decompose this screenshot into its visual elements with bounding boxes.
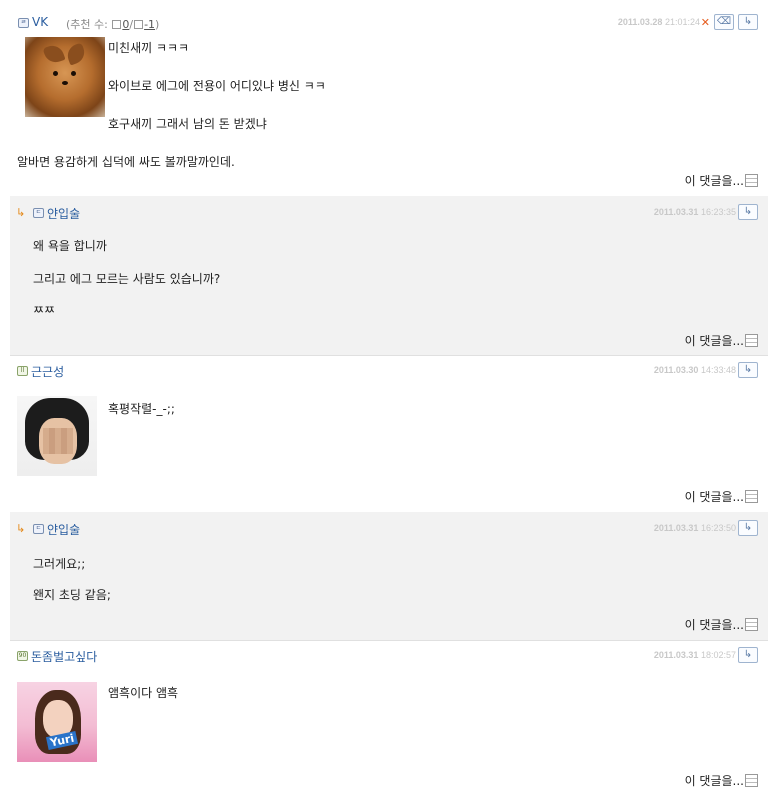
reply-icon[interactable]: ↳: [738, 647, 758, 663]
comment-date: 2011.03.28 21:01:24: [618, 17, 700, 27]
comment-more-link[interactable]: 이 댓글을...: [685, 172, 758, 189]
reply-arrow-icon: ↳: [16, 206, 26, 219]
comment-header: 90 돈좀벌고싶다 2011.03.31 18:02:57 ↳: [10, 647, 768, 665]
recommend-count: (추천 수: 0/-1): [66, 16, 159, 32]
memo-icon[interactable]: [745, 618, 758, 631]
date-text: 2011.03.30: [653, 365, 699, 375]
recommend-separator: /: [129, 18, 134, 31]
author-name[interactable]: VK: [32, 15, 48, 29]
time-text: 21:01:24: [664, 17, 700, 27]
author-name[interactable]: 돈좀벌고싶다: [31, 648, 97, 665]
comment-text-line: 혹평작렬-_-;;: [108, 402, 175, 416]
author-name[interactable]: 근근성: [31, 363, 64, 380]
comment-date: 2011.03.31 16:23:50: [654, 523, 736, 533]
recommend-close: ): [155, 18, 160, 31]
recommend-label: (추천 수:: [66, 18, 108, 31]
time-text: 14:33:48: [700, 365, 736, 375]
level-badge-icon: ㄹ: [18, 18, 29, 28]
reply-icon[interactable]: ↳: [738, 362, 758, 378]
comment-header: ll 근근성 2011.03.30 14:33:48 ↳: [10, 362, 768, 380]
comment-text-line: 왠지 초딩 같음;: [33, 588, 111, 602]
more-label[interactable]: 이 댓글을...: [685, 774, 744, 788]
comment-text-line: 미친새끼 ㅋㅋㅋ: [108, 41, 190, 55]
comment-text-line: 그리고 에그 모르는 사람도 있습니까?: [33, 272, 221, 286]
comment-item: 90 돈좀벌고싶다 2011.03.31 18:02:57 ↳ Yuri 앰흑이…: [10, 647, 768, 790]
comment-item: ll 근근성 2011.03.30 14:33:48 ↳ 혹평작렬-_-;; 이…: [10, 362, 768, 510]
comment-more-link[interactable]: 이 댓글을...: [685, 488, 758, 505]
comment-text-line: 와이브로 에그에 전용이 어디있냐 병신 ㅋㅋ: [108, 79, 326, 93]
comment-date: 2011.03.31 18:02:57: [654, 650, 736, 660]
reply-comment: ↳ ㄷ 얀입술 2011.03.31 16:23:50 ↳ 그러게요;; 왠지 …: [10, 512, 768, 641]
reply-comment: ↳ ㄷ 얀입술 2011.03.31 16:23:35 ↳ 왜 욕을 합니까 그…: [10, 196, 768, 356]
comment-text-line: 호구새끼 그래서 남의 돈 받겠냐: [108, 117, 267, 131]
reply-icon[interactable]: ↳: [738, 204, 758, 220]
upvote-icon[interactable]: [112, 20, 122, 29]
comment-text-line: 앰흑이다 앰흑: [108, 686, 179, 700]
more-label[interactable]: 이 댓글을...: [685, 334, 744, 348]
time-text: 18:02:57: [700, 650, 736, 660]
level-badge-icon: 90: [17, 651, 28, 661]
author-name[interactable]: 얀입술: [47, 205, 80, 222]
comment-more-link[interactable]: 이 댓글을...: [685, 772, 758, 789]
eraser-icon[interactable]: ⌫: [714, 14, 734, 30]
more-label[interactable]: 이 댓글을...: [685, 174, 744, 188]
author-name[interactable]: 얀입술: [47, 521, 80, 538]
comment-header: ㄹ VK (추천 수: 0/-1) 2011.03.28 21:01:24 ✕ …: [10, 14, 768, 32]
date-text: 2011.03.31: [653, 650, 699, 660]
delete-icon[interactable]: ✕: [701, 16, 710, 29]
comment-text-line: 알바면 용감하게 십덕에 싸도 볼까말까인데.: [17, 155, 235, 169]
date-text: 2011.03.28: [617, 17, 663, 27]
comment-text-line: 왜 욕을 합니까: [33, 239, 107, 253]
more-label[interactable]: 이 댓글을...: [685, 618, 744, 632]
comment-text-line: ㅉㅉ: [33, 303, 56, 317]
date-text: 2011.03.31: [653, 207, 699, 217]
comment-more-link[interactable]: 이 댓글을...: [685, 616, 758, 633]
comment-header: ↳ ㄷ 얀입술 2011.03.31 16:23:35 ↳: [10, 204, 768, 222]
comment-vk: ㄹ VK (추천 수: 0/-1) 2011.03.28 21:01:24 ✕ …: [10, 14, 768, 192]
time-text: 16:23:35: [700, 207, 736, 217]
reply-icon[interactable]: ↳: [738, 520, 758, 536]
memo-icon[interactable]: [745, 334, 758, 347]
memo-icon[interactable]: [745, 490, 758, 503]
level-badge-icon: ll: [17, 366, 28, 376]
avatar: [25, 37, 105, 117]
comment-date: 2011.03.31 16:23:35: [654, 207, 736, 217]
memo-icon[interactable]: [745, 174, 758, 187]
comment-text-line: 그러게요;;: [33, 557, 86, 571]
downvote-count[interactable]: -1: [144, 18, 155, 31]
comment-date: 2011.03.30 14:33:48: [654, 365, 736, 375]
avatar: Yuri: [17, 682, 97, 762]
downvote-icon[interactable]: [134, 20, 144, 29]
reply-arrow-icon: ↳: [16, 522, 26, 535]
date-text: 2011.03.31: [653, 523, 699, 533]
avatar: [17, 396, 97, 476]
time-text: 16:23:50: [700, 523, 736, 533]
level-badge-icon: ㄷ: [33, 524, 44, 534]
reply-icon[interactable]: ↳: [738, 14, 758, 30]
more-label[interactable]: 이 댓글을...: [685, 490, 744, 504]
level-badge-icon: ㄷ: [33, 208, 44, 218]
memo-icon[interactable]: [745, 774, 758, 787]
comment-more-link[interactable]: 이 댓글을...: [685, 332, 758, 349]
comment-header: ↳ ㄷ 얀입술 2011.03.31 16:23:50 ↳: [10, 520, 768, 538]
